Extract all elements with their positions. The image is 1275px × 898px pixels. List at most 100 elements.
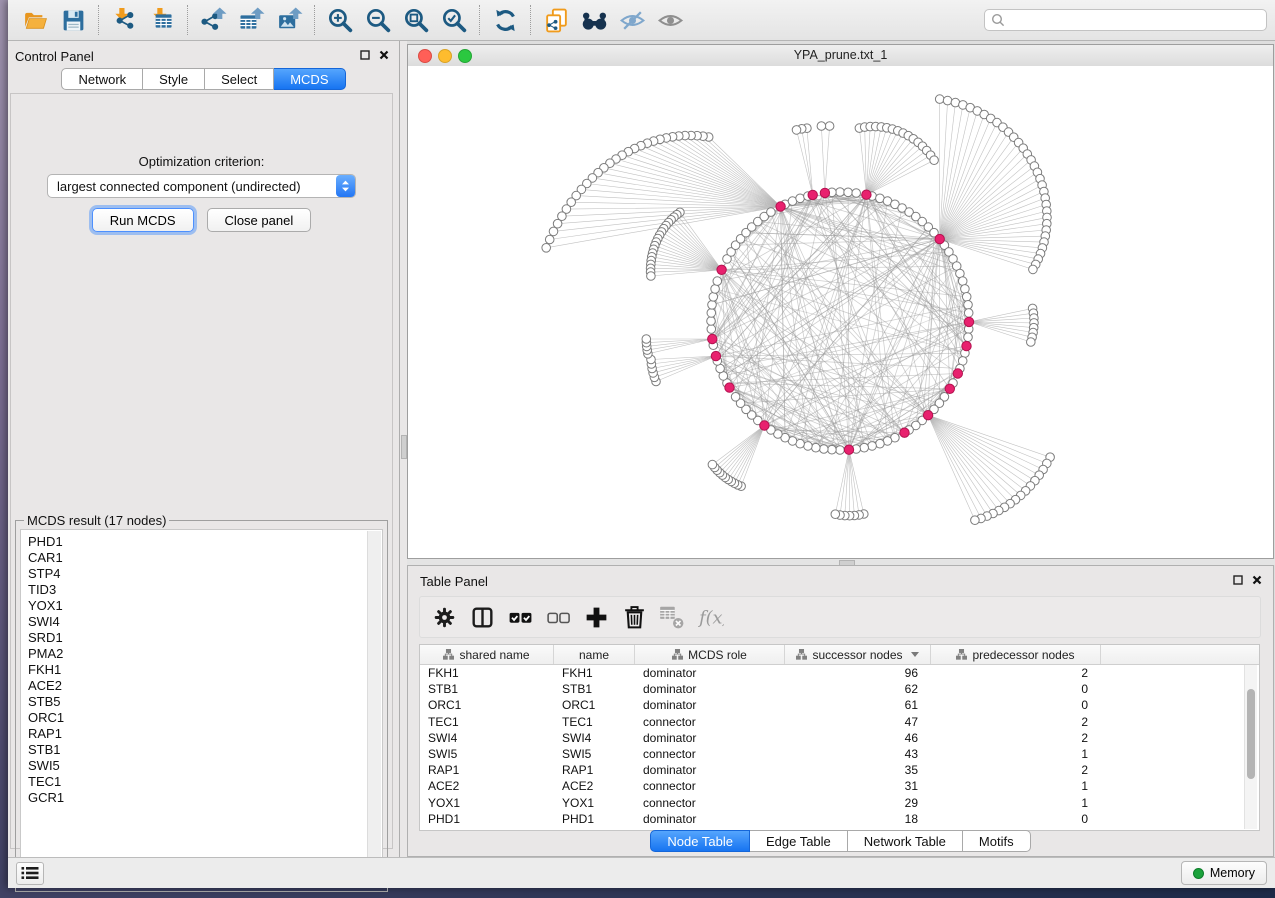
table-row[interactable]: RAP1RAP1dominator352 — [420, 762, 1259, 778]
show-all-button[interactable] — [651, 2, 689, 38]
cell-predecessor-nodes[interactable]: 0 — [931, 698, 1101, 712]
import-network-button[interactable] — [105, 2, 143, 38]
vertical-splitter[interactable] — [400, 41, 407, 857]
cell-name[interactable]: STB1 — [554, 682, 635, 696]
mcds-result-item[interactable]: SWI4 — [28, 614, 362, 630]
cell-predecessor-nodes[interactable]: 2 — [931, 666, 1101, 680]
table-row[interactable]: PHD1PHD1dominator180 — [420, 811, 1259, 827]
cell-predecessor-nodes[interactable]: 0 — [931, 812, 1101, 826]
cell-name[interactable]: ACE2 — [554, 779, 635, 793]
network-node[interactable] — [817, 122, 826, 131]
table-tab-edge-table[interactable]: Edge Table — [750, 830, 848, 852]
cell-mcds-role[interactable]: dominator — [635, 666, 785, 680]
export-network-button[interactable] — [194, 2, 232, 38]
zoom-selected-button[interactable] — [435, 2, 473, 38]
cell-successor-nodes[interactable]: 62 — [785, 682, 931, 696]
mcds-result-item[interactable]: ORC1 — [28, 710, 362, 726]
unselect-all-columns-button[interactable] — [540, 600, 576, 634]
network-node[interactable] — [804, 442, 813, 451]
network-node[interactable] — [852, 189, 861, 198]
network-node[interactable] — [549, 227, 558, 236]
mcds-hub-node[interactable] — [717, 265, 726, 274]
cell-name[interactable]: SWI4 — [554, 731, 635, 745]
mcds-hub-node[interactable] — [953, 369, 962, 378]
network-node[interactable] — [964, 309, 973, 318]
cell-name[interactable]: ORC1 — [554, 698, 635, 712]
network-node[interactable] — [542, 244, 551, 253]
cell-successor-nodes[interactable]: 18 — [785, 812, 931, 826]
tab-network[interactable]: Network — [61, 68, 143, 90]
network-node[interactable] — [860, 443, 869, 452]
cell-name[interactable]: TEC1 — [554, 715, 635, 729]
network-node[interactable] — [930, 156, 939, 165]
cell-mcds-role[interactable]: connector — [635, 796, 785, 810]
network-node[interactable] — [831, 510, 840, 519]
search-input[interactable] — [1009, 12, 1260, 28]
network-node[interactable] — [707, 317, 716, 326]
network-node[interactable] — [962, 293, 971, 302]
mcds-hub-node[interactable] — [900, 428, 909, 437]
cell-predecessor-nodes[interactable]: 2 — [931, 731, 1101, 745]
mcds-result-item[interactable]: STB5 — [28, 694, 362, 710]
column-header-MCDS-role[interactable]: MCDS role — [635, 645, 785, 664]
cell-shared-name[interactable]: STB1 — [420, 682, 554, 696]
mcds-hub-node[interactable] — [923, 411, 932, 420]
search-box[interactable] — [984, 9, 1267, 31]
network-node[interactable] — [711, 285, 720, 294]
mcds-hub-node[interactable] — [945, 384, 954, 393]
cell-shared-name[interactable]: YOX1 — [420, 796, 554, 810]
network-node[interactable] — [708, 460, 717, 469]
save-session-button[interactable] — [54, 2, 92, 38]
network-canvas[interactable] — [408, 66, 1273, 558]
network-node[interactable] — [1029, 265, 1038, 274]
mcds-hub-node[interactable] — [760, 421, 769, 430]
network-node[interactable] — [545, 235, 554, 244]
float-icon[interactable] — [358, 48, 371, 61]
network-node[interactable] — [1027, 338, 1036, 347]
memory-button[interactable]: Memory — [1181, 861, 1267, 885]
mcds-hub-node[interactable] — [964, 317, 973, 326]
mcds-result-item[interactable]: YOX1 — [28, 598, 362, 614]
close-icon[interactable] — [1250, 573, 1263, 586]
mcds-hub-node[interactable] — [862, 190, 871, 199]
mcds-hub-node[interactable] — [844, 445, 853, 454]
network-node[interactable] — [713, 277, 722, 286]
cell-name[interactable]: RAP1 — [554, 763, 635, 777]
column-header-shared-name[interactable]: shared name — [420, 645, 554, 664]
tab-select[interactable]: Select — [205, 68, 274, 90]
zoom-out-button[interactable] — [359, 2, 397, 38]
cell-predecessor-nodes[interactable]: 1 — [931, 779, 1101, 793]
network-node[interactable] — [961, 285, 970, 294]
network-node[interactable] — [708, 301, 717, 310]
mcds-result-item[interactable]: STP4 — [28, 566, 362, 582]
criterion-select[interactable]: largest connected component (undirected) — [47, 174, 356, 198]
network-node[interactable] — [707, 325, 716, 334]
network-node[interactable] — [836, 188, 845, 197]
import-table-button[interactable] — [143, 2, 181, 38]
network-node[interactable] — [796, 194, 805, 203]
mcds-hub-node[interactable] — [725, 383, 734, 392]
network-node[interactable] — [836, 446, 845, 455]
cell-predecessor-nodes[interactable]: 0 — [931, 682, 1101, 696]
network-node[interactable] — [868, 442, 877, 451]
cell-shared-name[interactable]: PHD1 — [420, 812, 554, 826]
mcds-result-item[interactable]: GCR1 — [28, 790, 362, 806]
cell-mcds-role[interactable]: connector — [635, 715, 785, 729]
tab-mcds[interactable]: MCDS — [274, 68, 345, 90]
table-row[interactable]: YOX1YOX1connector291 — [420, 795, 1259, 811]
mcds-result-list[interactable]: PHD1CAR1STP4TID3YOX1SWI4SRD1PMA2FKH1ACE2… — [20, 529, 383, 887]
mcds-result-item[interactable]: SRD1 — [28, 630, 362, 646]
cell-shared-name[interactable]: ACE2 — [420, 779, 554, 793]
cell-mcds-role[interactable]: connector — [635, 779, 785, 793]
table-scrollbar[interactable] — [1244, 665, 1257, 829]
mcds-hub-node[interactable] — [808, 190, 817, 199]
network-node[interactable] — [812, 443, 821, 452]
mcds-result-item[interactable]: RAP1 — [28, 726, 362, 742]
open-file-button[interactable] — [16, 2, 54, 38]
network-node[interactable] — [943, 96, 952, 105]
network-node[interactable] — [876, 439, 885, 448]
cell-shared-name[interactable]: ORC1 — [420, 698, 554, 712]
cell-predecessor-nodes[interactable]: 1 — [931, 796, 1101, 810]
network-node[interactable] — [825, 122, 834, 131]
cell-name[interactable]: SWI5 — [554, 747, 635, 761]
